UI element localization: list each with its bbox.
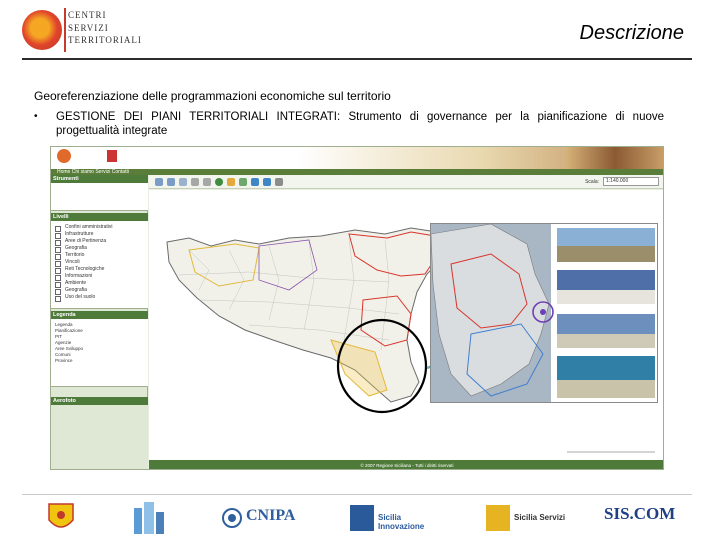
layer-item[interactable]: Geografia: [51, 287, 148, 295]
layer-item[interactable]: Vincoli: [51, 259, 148, 267]
bullet-point: •: [34, 111, 38, 122]
layer-item[interactable]: Uso del suolo: [51, 294, 148, 302]
banner-logo-icon: [57, 149, 71, 163]
cnipa-logo: CNIPA: [222, 506, 312, 534]
panel-aerofoto-body: [51, 405, 148, 469]
buildings-logo: [128, 500, 170, 536]
regione-sicilia-logo: [46, 502, 76, 534]
siscom-logo: SIS.COM: [604, 504, 676, 523]
legend-line: Province: [55, 358, 73, 363]
panel-aerofoto-header[interactable]: Aerofoto: [51, 397, 148, 405]
sicilia-servizi-emblem-icon: [486, 505, 510, 531]
layer-item[interactable]: Ambiente: [51, 280, 148, 288]
logo-emblem-icon: [22, 10, 62, 50]
region-crest-icon: [107, 150, 117, 162]
layer-item[interactable]: Infrastrutture: [51, 231, 148, 239]
layer-item[interactable]: Geografia: [51, 245, 148, 253]
cnipa-emblem-icon: [222, 508, 242, 528]
panel-legenda-header[interactable]: Legenda: [51, 311, 148, 319]
home-icon[interactable]: [275, 178, 283, 186]
layer-item[interactable]: Reti Tecnologiche: [51, 266, 148, 274]
pan-icon[interactable]: [179, 178, 187, 186]
section-subtitle: Georeferenziazione delle programmazioni …: [34, 89, 391, 103]
title-divider: [22, 58, 692, 60]
cnipa-label: CNIPA: [246, 507, 296, 524]
layer-item[interactable]: Aree di Pertinenza: [51, 238, 148, 246]
panel-livelli-header[interactable]: Livelli: [51, 213, 148, 221]
scale-select[interactable]: 1:140.000: [603, 177, 659, 186]
panel-strumenti-header[interactable]: Strumenti: [51, 175, 148, 183]
print-icon[interactable]: [227, 178, 235, 186]
inset-map: [431, 224, 657, 402]
banner-photo: [565, 147, 663, 169]
forward-icon[interactable]: [263, 178, 271, 186]
layer-item[interactable]: Confini amministrativi: [51, 224, 148, 232]
sicilia-innovazione-logo: Sicilia Innovazione: [350, 505, 440, 533]
page-title: Descrizione: [579, 22, 684, 44]
scale-label: Scala:: [585, 179, 599, 185]
layer-item[interactable]: Informazioni: [51, 273, 148, 281]
select-icon[interactable]: [203, 178, 211, 186]
panel-strumenti-body: [51, 183, 148, 211]
legend-panel: Legenda Pianificazione PIT Agenzie Aree …: [51, 319, 148, 387]
footer-divider: [22, 494, 692, 495]
zoom-inset: [430, 223, 658, 403]
layers-icon[interactable]: [239, 178, 247, 186]
layer-item[interactable]: Territorio: [51, 252, 148, 260]
measure-icon[interactable]: [191, 178, 199, 186]
sicilia-servizi-logo: Sicilia Servizi: [486, 505, 566, 533]
logo-text: CENTRI SERVIZI TERRITORIALI: [68, 10, 142, 45]
gis-sidebar: Strumenti Livelli Confini amministrativi…: [51, 175, 148, 469]
gis-footer: © 2007 Regione Siciliana - Tutti i dirit…: [149, 460, 663, 469]
centri-servizi-logo: CENTRI SERVIZI TERRITORIALI: [22, 8, 141, 52]
back-icon[interactable]: [251, 178, 259, 186]
sicilia-innovazione-emblem-icon: [350, 505, 374, 531]
layer-tree: Confini amministrativi Infrastrutture Ar…: [51, 221, 148, 309]
info-icon[interactable]: [215, 178, 223, 186]
gis-banner: [51, 147, 663, 169]
bullet-text: GESTIONE DEI PIANI TERRITORIALI INTEGRAT…: [56, 111, 664, 137]
zoom-out-icon[interactable]: [167, 178, 175, 186]
sicily-island-shape: [166, 227, 450, 403]
zoom-in-icon[interactable]: [155, 178, 163, 186]
